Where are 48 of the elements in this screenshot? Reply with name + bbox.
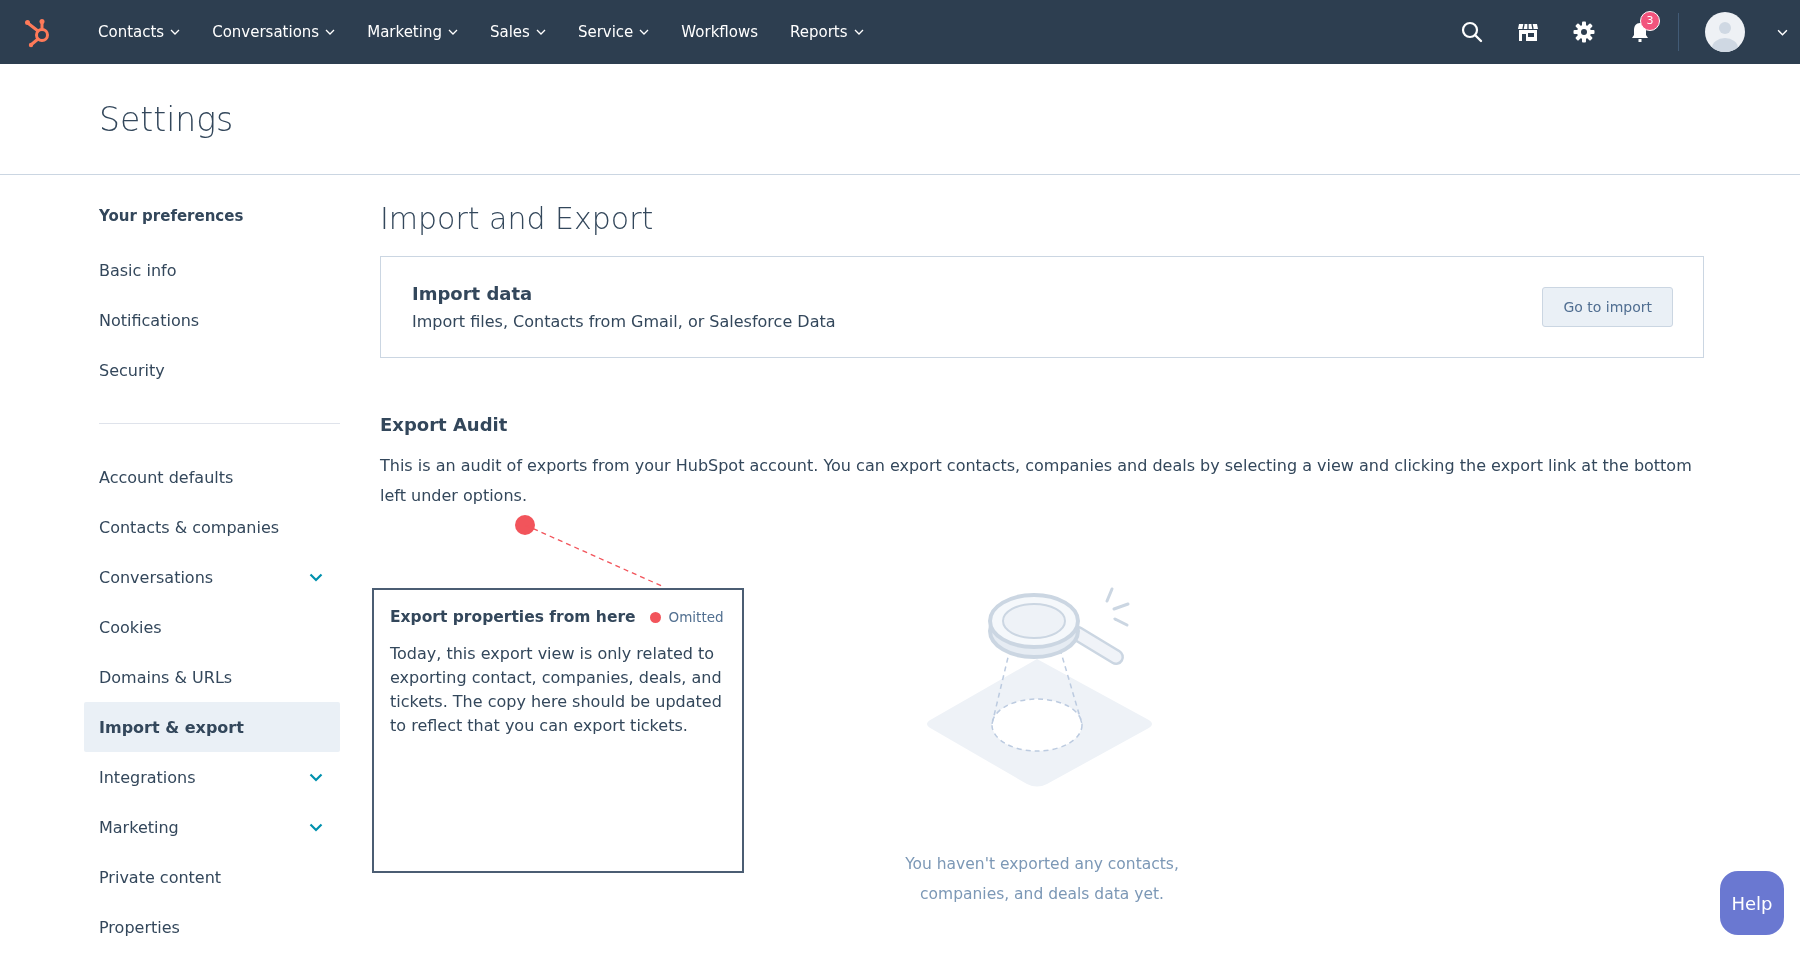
sidebar-item[interactable]: Import & export — [84, 702, 340, 752]
section-title: Import and Export — [380, 201, 655, 236]
page-title: Settings — [99, 99, 234, 139]
sidebar-item[interactable]: Conversations — [84, 552, 340, 602]
nav-menu-item[interactable]: Workflows — [665, 23, 775, 41]
annotation-marker — [515, 515, 535, 535]
search-icon[interactable] — [1460, 20, 1484, 44]
chevron-down-icon[interactable] — [309, 772, 323, 782]
sidebar-item[interactable]: Integrations — [84, 752, 340, 802]
caret-icon[interactable] — [639, 29, 650, 35]
sidebar-item[interactable]: Private content — [84, 852, 340, 902]
export-audit-heading: Export Audit — [380, 414, 509, 435]
nav-menu-item[interactable]: Contacts — [82, 23, 197, 41]
settings-icon[interactable] — [1572, 20, 1596, 44]
caret-icon[interactable] — [170, 29, 181, 35]
caret-icon[interactable] — [853, 29, 864, 35]
sidebar-item[interactable]: Domains & URLs — [84, 652, 340, 702]
export-audit-description: This is an audit of exports from your HubSpot account. You can export contacts, companies and deals by selecting a view and clicking the export link at the bottom left under options. — [380, 455, 1693, 507]
go-to-import-button[interactable]: Go to import — [1542, 287, 1673, 327]
nav-menu-item[interactable]: Service — [561, 23, 666, 41]
caret-icon[interactable] — [447, 29, 458, 35]
sidebar-item[interactable]: Basic info — [84, 245, 340, 295]
annotation-status: Omitted — [668, 609, 724, 625]
help-button[interactable]: Help — [1720, 871, 1784, 935]
nav-menu-item[interactable]: Reports — [774, 23, 880, 41]
nav-menu-item[interactable]: Sales — [473, 23, 562, 41]
card-title: Import data — [412, 283, 534, 304]
sidebar-item[interactable]: Properties — [84, 902, 340, 952]
nav-menu-item[interactable]: Marketing — [351, 23, 474, 41]
notification-count-badge: 3 — [1640, 11, 1660, 31]
avatar-icon[interactable] — [1705, 12, 1745, 52]
chevron-down-icon[interactable] — [309, 572, 323, 582]
chevron-down-icon[interactable] — [309, 822, 323, 832]
sidebar-item[interactable]: Contacts & companies — [84, 502, 340, 552]
card-description: Import files, Contacts from Gmail, or Salesforce Data — [412, 312, 836, 331]
nav-menu-item[interactable]: Conversations — [196, 23, 352, 41]
caret-icon[interactable] — [1777, 28, 1788, 36]
sidebar-item[interactable]: Marketing — [84, 802, 340, 852]
caret-icon[interactable] — [535, 29, 546, 35]
sidebar-item[interactable]: Cookies — [84, 602, 340, 652]
empty-state-message: You haven't exported any contacts, companies, and deals data yet. — [904, 854, 1180, 905]
sidebar-item[interactable]: Account defaults — [84, 452, 340, 502]
sidebar-item[interactable]: Notifications — [84, 295, 340, 345]
annotation-body: Today, this export view is only related to exporting contact, companies, deals, and tickets. The copy here should be updated to reflect that you can export tickets. — [390, 643, 723, 737]
sidebar-item[interactable]: Security — [84, 345, 340, 395]
annotation-title: Export properties from here — [390, 608, 636, 626]
sidebar-heading: Your preferences — [98, 206, 245, 227]
caret-icon[interactable] — [325, 29, 336, 35]
